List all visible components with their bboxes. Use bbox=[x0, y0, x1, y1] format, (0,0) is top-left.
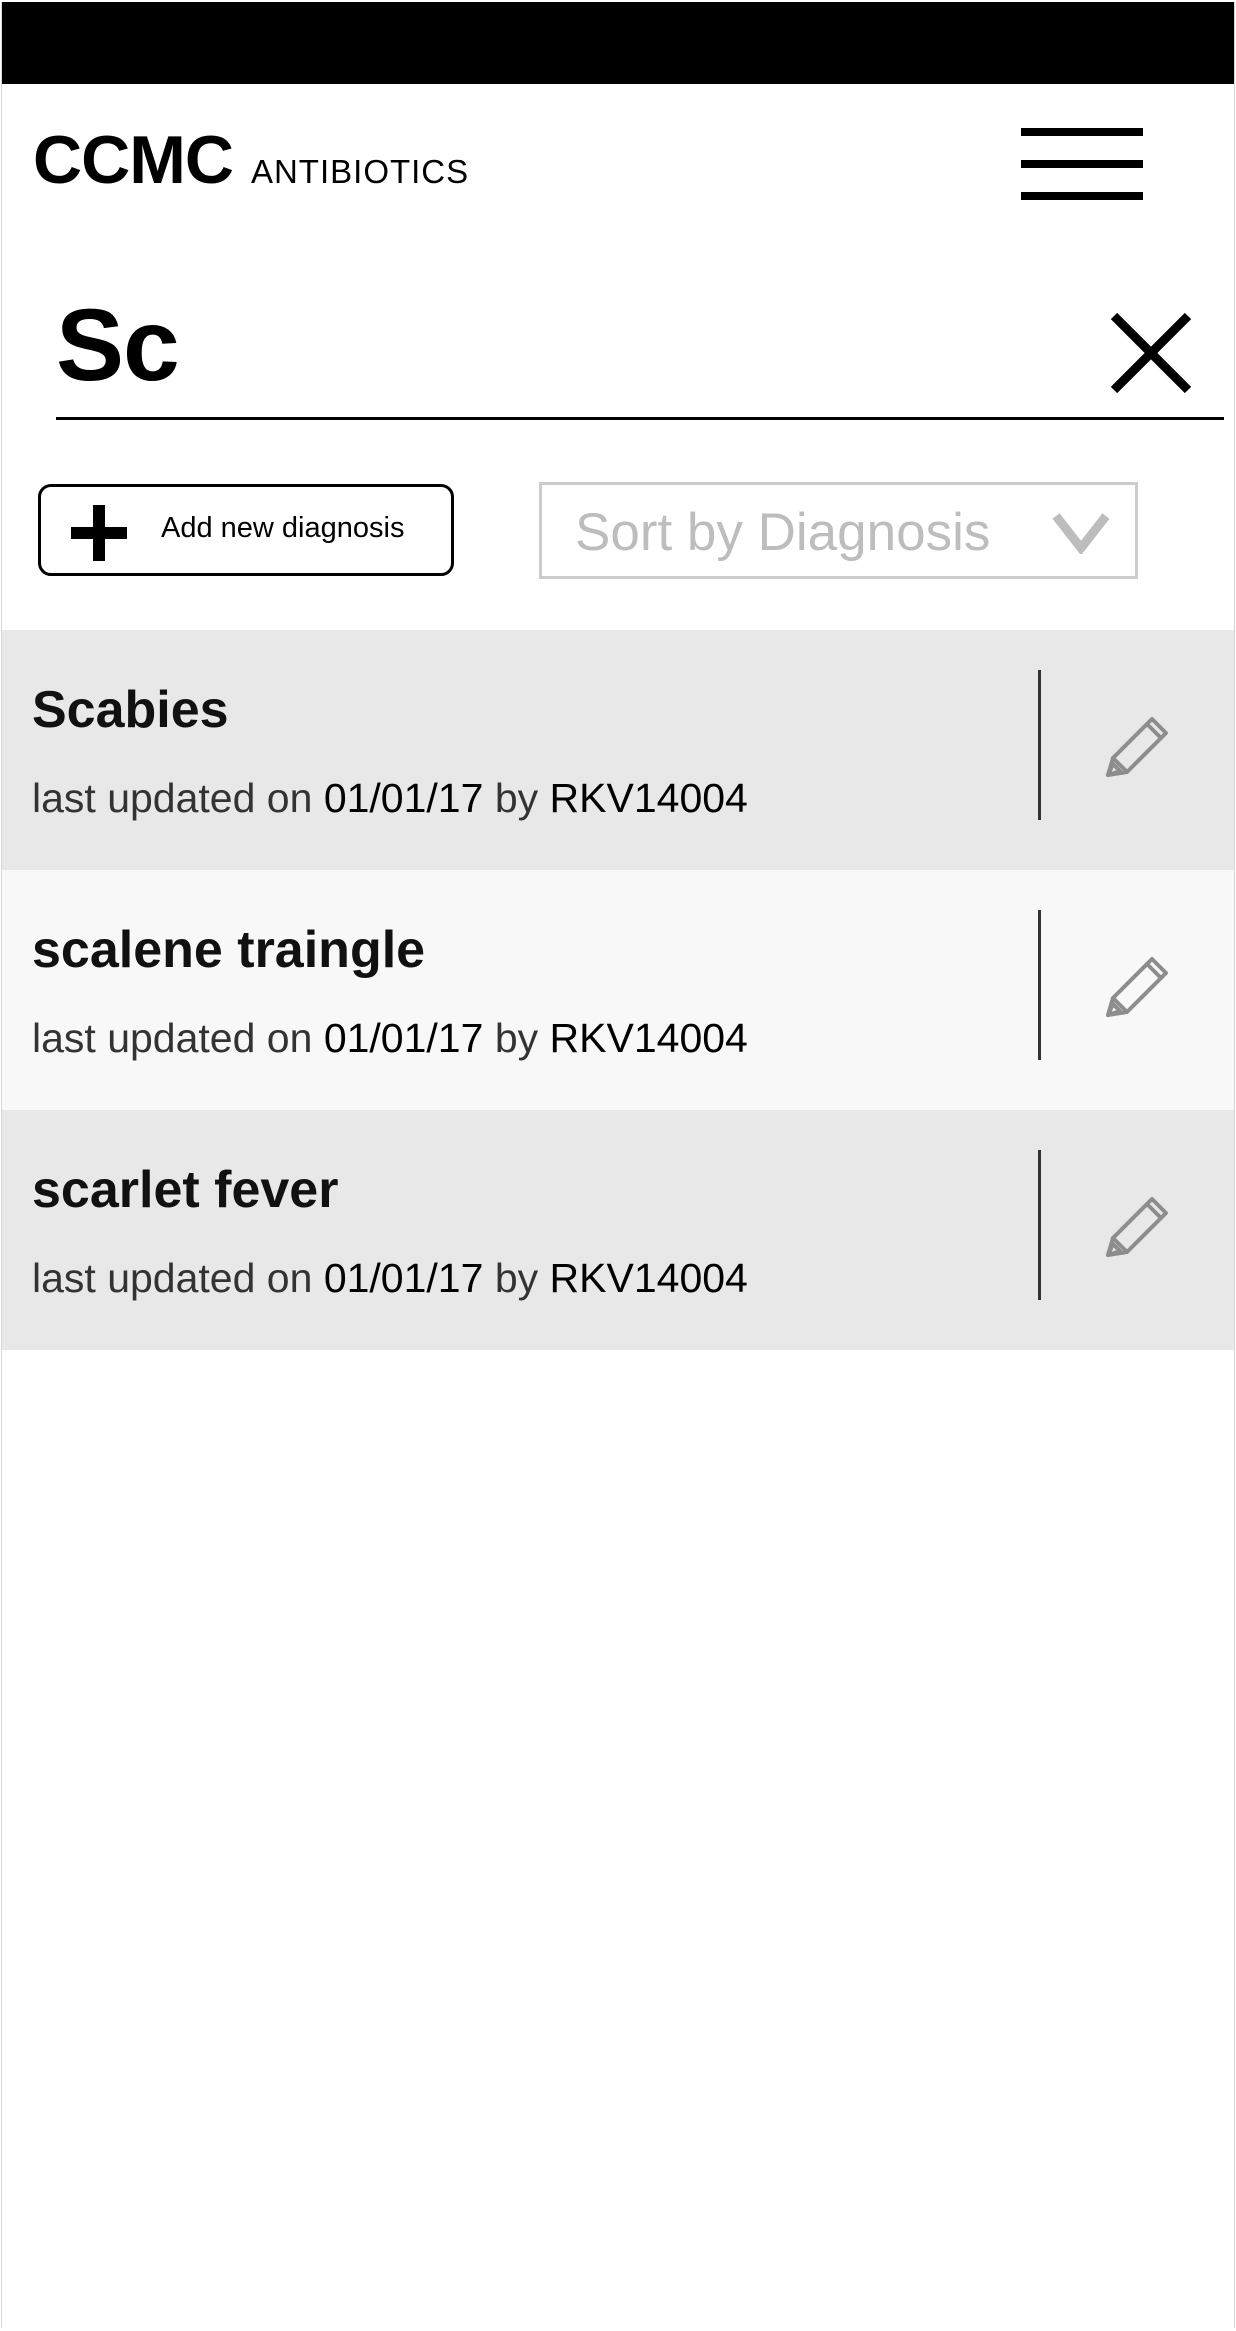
diagnosis-title: scarlet fever bbox=[32, 1161, 339, 1219]
last-updated-text: last updated on 01/01/17 by RKV14004 bbox=[32, 1015, 748, 1061]
updated-by-user: RKV14004 bbox=[549, 1255, 748, 1301]
last-updated-date: 01/01/17 bbox=[323, 1015, 484, 1061]
menu-line bbox=[1021, 128, 1143, 136]
chevron-down-icon bbox=[1052, 513, 1110, 554]
pencil-icon bbox=[1106, 1197, 1168, 1257]
updated-by-user: RKV14004 bbox=[549, 1015, 748, 1061]
app-frame: CCMC ANTIBIOTICS Sc Add new diagnosis So… bbox=[1, 2, 1235, 2328]
last-updated-text: last updated on 01/01/17 by RKV14004 bbox=[32, 1255, 748, 1301]
diagnosis-list-item[interactable]: Scabies last updated on 01/01/17 by RKV1… bbox=[2, 630, 1234, 870]
pencil-icon bbox=[1106, 957, 1168, 1017]
last-updated-prefix: last updated on bbox=[32, 775, 313, 821]
add-new-diagnosis-label: Add new diagnosis bbox=[161, 512, 405, 544]
updated-by-user: RKV14004 bbox=[549, 775, 748, 821]
updated-by-label: by bbox=[494, 1015, 539, 1061]
plus-icon bbox=[71, 505, 127, 561]
diagnosis-list-item[interactable]: scalene traingle last updated on 01/01/1… bbox=[2, 870, 1234, 1110]
search-input[interactable]: Sc bbox=[56, 284, 1224, 420]
clear-search-button[interactable] bbox=[1107, 309, 1195, 397]
sort-dropdown-label: Sort by Diagnosis bbox=[575, 503, 991, 562]
row-divider bbox=[1038, 670, 1041, 820]
diagnosis-list-item[interactable]: scarlet fever last updated on 01/01/17 b… bbox=[2, 1110, 1234, 1350]
menu-line bbox=[1021, 192, 1143, 200]
search-value: Sc bbox=[56, 288, 180, 402]
status-bar bbox=[2, 2, 1234, 84]
pencil-icon bbox=[1106, 717, 1168, 777]
edit-diagnosis-button[interactable] bbox=[1096, 1185, 1180, 1269]
last-updated-text: last updated on 01/01/17 by RKV14004 bbox=[32, 775, 748, 821]
updated-by-label: by bbox=[494, 1255, 539, 1301]
menu-line bbox=[1021, 160, 1143, 168]
hamburger-menu-button[interactable] bbox=[1021, 124, 1143, 204]
last-updated-prefix: last updated on bbox=[32, 1255, 313, 1301]
sort-dropdown[interactable]: Sort by Diagnosis bbox=[539, 482, 1138, 579]
last-updated-date: 01/01/17 bbox=[323, 1255, 484, 1301]
edit-diagnosis-button[interactable] bbox=[1096, 945, 1180, 1029]
diagnosis-results-list: Scabies last updated on 01/01/17 by RKV1… bbox=[2, 630, 1234, 1350]
last-updated-prefix: last updated on bbox=[32, 1015, 313, 1061]
diagnosis-title: Scabies bbox=[32, 681, 229, 739]
last-updated-date: 01/01/17 bbox=[323, 775, 484, 821]
brand-subtitle: ANTIBIOTICS bbox=[250, 153, 470, 190]
edit-diagnosis-button[interactable] bbox=[1096, 705, 1180, 789]
app-logo: CCMC ANTIBIOTICS bbox=[33, 126, 469, 206]
diagnosis-title: scalene traingle bbox=[32, 921, 426, 979]
updated-by-label: by bbox=[494, 775, 539, 821]
add-new-diagnosis-button[interactable]: Add new diagnosis bbox=[38, 484, 454, 576]
brand-title: CCMC bbox=[33, 122, 234, 198]
row-divider bbox=[1038, 910, 1041, 1060]
close-icon bbox=[1110, 312, 1192, 394]
row-divider bbox=[1038, 1150, 1041, 1300]
